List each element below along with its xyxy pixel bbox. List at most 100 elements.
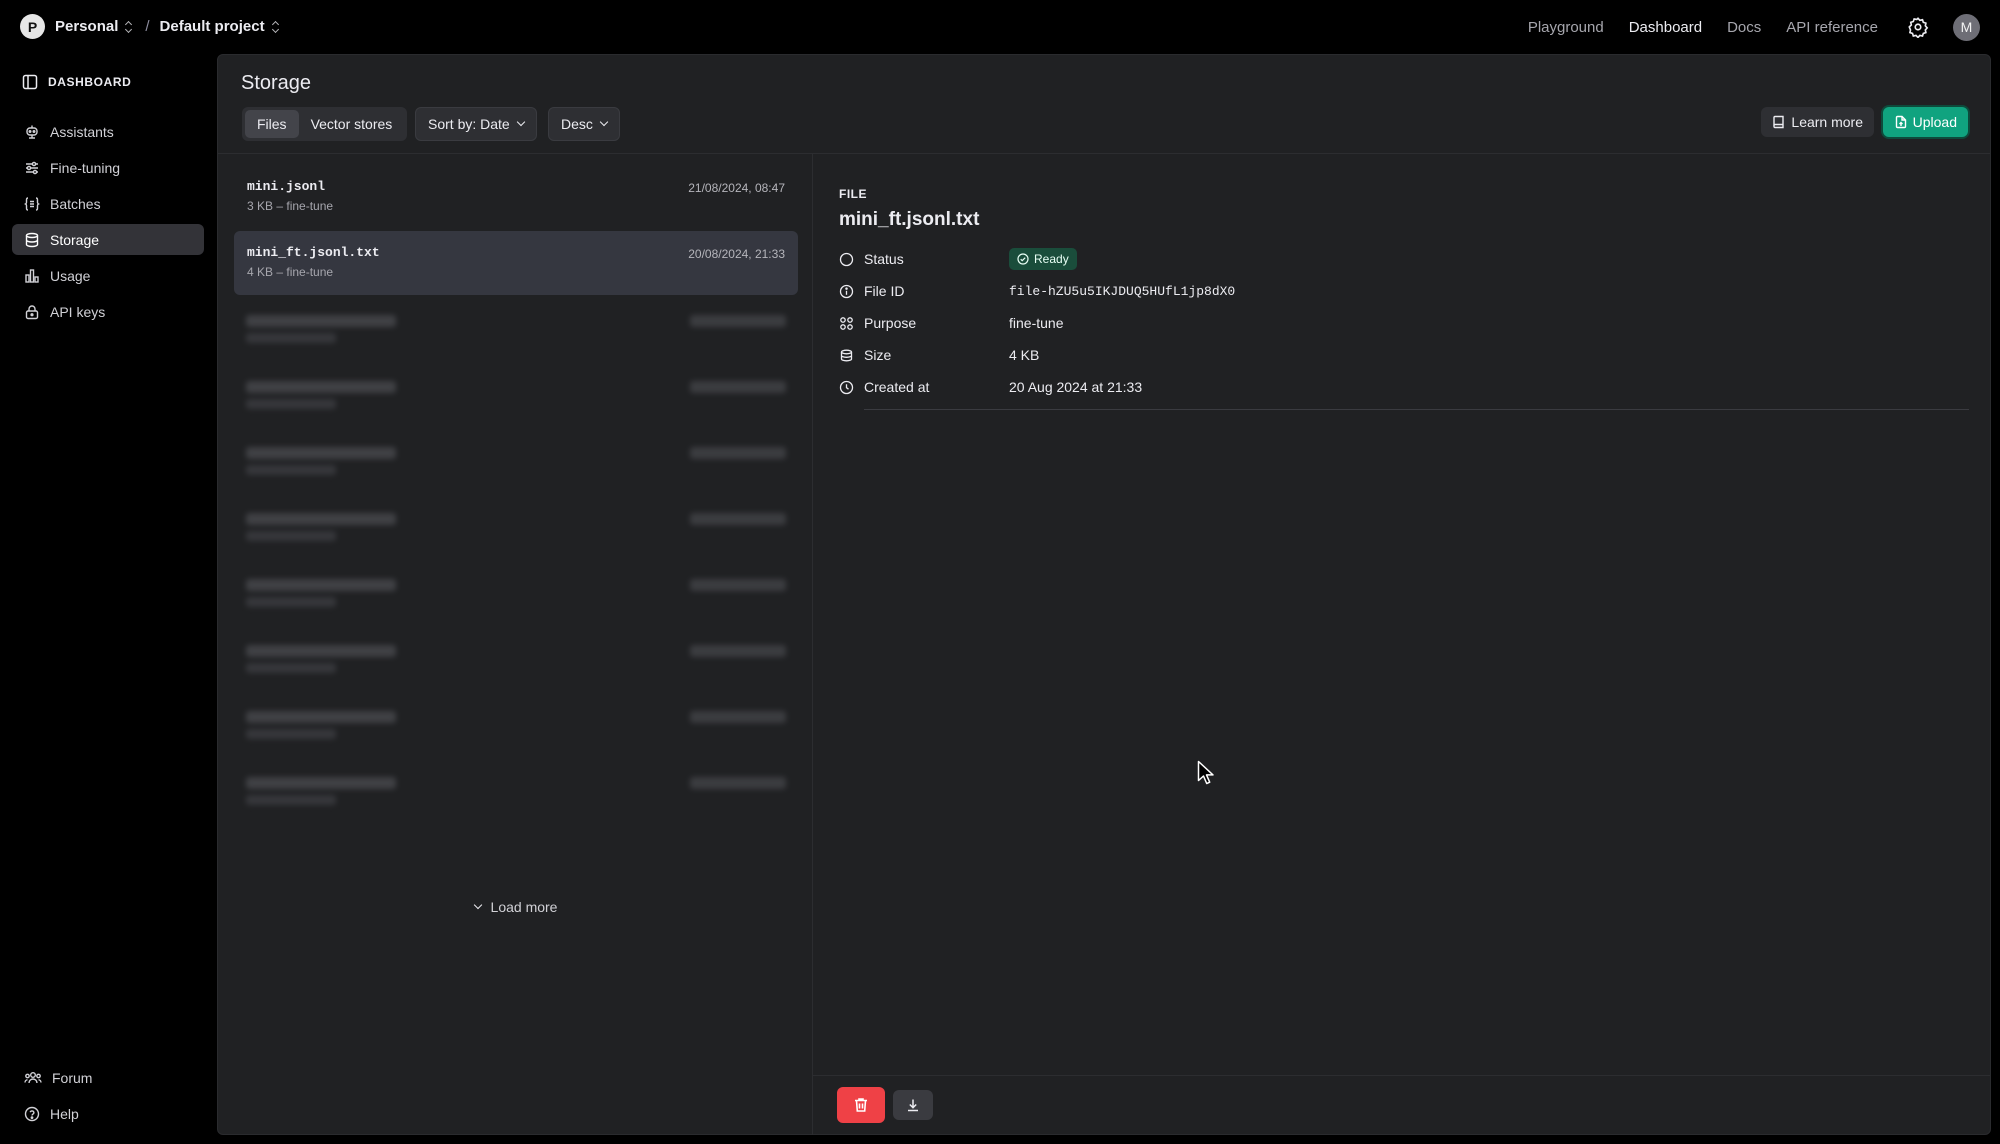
- breadcrumb: P Personal / Default project: [20, 14, 280, 39]
- file-date: 21/08/2024, 08:47: [688, 181, 785, 195]
- sort-dropdown[interactable]: Sort by: Date: [415, 107, 537, 141]
- load-more-label: Load more: [490, 899, 558, 915]
- file-row[interactable]: mini.jsonl 3 KB – fine-tune 21/08/2024, …: [234, 165, 798, 229]
- assistants-icon: [26, 125, 38, 139]
- prop-label: Created at: [864, 379, 930, 395]
- sidebar: DASHBOARD Assistants Fine-tuning Batches…: [0, 54, 216, 1144]
- upload-label: Upload: [1912, 114, 1957, 130]
- project-name: Default project: [159, 18, 265, 35]
- top-nav: Playground Dashboard Docs API reference …: [1528, 0, 2000, 54]
- upload-button[interactable]: Upload: [1882, 107, 1968, 137]
- prop-label: Purpose: [864, 315, 917, 331]
- sidebar-item-label: Usage: [50, 267, 91, 284]
- storage-tabs: Files Vector stores: [242, 107, 408, 141]
- blurred-file-row[interactable]: [234, 495, 798, 561]
- order-dropdown[interactable]: Desc: [548, 107, 620, 141]
- project-switcher[interactable]: Default project: [160, 18, 280, 35]
- database-icon: [25, 232, 39, 247]
- file-meta: 4 KB – fine-tune: [247, 265, 334, 279]
- nav-docs[interactable]: Docs: [1727, 19, 1761, 36]
- sidebar-item-usage[interactable]: Usage: [12, 260, 204, 291]
- download-icon: [908, 1099, 918, 1112]
- sidebar-item-batches[interactable]: Batches: [12, 188, 204, 219]
- prop-label: File ID: [864, 283, 905, 299]
- prop-created-at: Created at 20 Aug 2024 at 21:33: [839, 371, 1969, 403]
- sidebar-heading-label: DASHBOARD: [48, 75, 132, 89]
- sidebar-item-help[interactable]: Help: [12, 1098, 204, 1129]
- gear-icon[interactable]: [1907, 16, 1929, 38]
- status-value: Ready: [1034, 252, 1069, 266]
- page-title: Storage: [241, 72, 312, 94]
- file-list: mini.jsonl 3 KB – fine-tune 21/08/2024, …: [234, 165, 798, 915]
- chevron-down-icon: [516, 117, 525, 127]
- blurred-file-row[interactable]: [234, 693, 798, 759]
- purpose-value: fine-tune: [1009, 315, 1064, 331]
- org-switcher[interactable]: Personal: [55, 18, 133, 35]
- sidebar-item-label: Batches: [50, 195, 101, 212]
- grid-icon: [840, 316, 853, 330]
- prop-size: Size 4 KB: [839, 339, 1969, 371]
- bar-chart-icon: [25, 268, 39, 283]
- tab-files[interactable]: Files: [245, 110, 299, 138]
- blurred-file-row[interactable]: [234, 759, 798, 825]
- sidebar-heading[interactable]: DASHBOARD: [22, 74, 131, 90]
- sidebar-item-forum[interactable]: Forum: [12, 1062, 204, 1093]
- status-circle-icon: [839, 252, 854, 266]
- prop-label: Size: [864, 347, 892, 363]
- sidebar-item-label: Forum: [52, 1069, 93, 1086]
- file-row-selected[interactable]: mini_ft.jsonl.txt 4 KB – fine-tune 20/08…: [234, 231, 798, 295]
- load-more-button[interactable]: Load more: [234, 899, 798, 915]
- detail-title: mini_ft.jsonl.txt: [839, 209, 980, 230]
- sidebar-item-storage[interactable]: Storage: [12, 224, 204, 255]
- sliders-icon: [26, 161, 38, 174]
- created-value: 20 Aug 2024 at 21:33: [1009, 379, 1143, 395]
- sidebar-item-fine-tuning[interactable]: Fine-tuning: [12, 152, 204, 183]
- book-icon: [1773, 115, 1785, 129]
- prop-purpose: Purpose fine-tune: [839, 307, 1969, 339]
- org-name: Personal: [55, 18, 119, 35]
- blurred-file-row[interactable]: [234, 363, 798, 429]
- download-button[interactable]: [893, 1090, 933, 1120]
- size-value: 4 KB: [1009, 347, 1040, 363]
- breadcrumb-separator: /: [145, 18, 150, 35]
- blurred-file-row[interactable]: [234, 297, 798, 363]
- trash-icon: [855, 1098, 867, 1112]
- org-avatar[interactable]: P: [20, 14, 45, 39]
- nav-playground[interactable]: Playground: [1528, 19, 1604, 36]
- properties-divider: [864, 409, 1969, 410]
- prop-status: Status Ready: [839, 243, 1969, 275]
- file-meta: 3 KB – fine-tune: [247, 199, 334, 213]
- file-id-value[interactable]: file-hZU5u5IKJDUQ5HUfL1jp8dX0: [1009, 284, 1235, 299]
- sidebar-item-label: Storage: [50, 231, 100, 248]
- sidebar-footer: Forum Help: [12, 1062, 204, 1134]
- chevron-updown-icon: [125, 21, 133, 33]
- prop-label: Status: [864, 251, 904, 267]
- clock-icon: [839, 380, 854, 394]
- info-icon: [839, 284, 854, 298]
- learn-more-button[interactable]: Learn more: [1761, 107, 1874, 137]
- blurred-file-row[interactable]: [234, 429, 798, 495]
- upload-file-icon: [1895, 115, 1906, 129]
- sidebar-item-label: Fine-tuning: [50, 159, 121, 176]
- batches-icon: [24, 196, 40, 211]
- sidebar-item-assistants[interactable]: Assistants: [12, 116, 204, 147]
- blurred-file-row[interactable]: [234, 627, 798, 693]
- nav-dashboard[interactable]: Dashboard: [1629, 19, 1702, 36]
- mouse-cursor-icon: [1197, 760, 1214, 785]
- sidebar-item-label: API keys: [50, 303, 106, 320]
- learn-more-label: Learn more: [1791, 114, 1863, 130]
- tab-vector-stores[interactable]: Vector stores: [299, 110, 405, 138]
- top-bar: P Personal / Default project Playground …: [0, 0, 2000, 54]
- blurred-file-row[interactable]: [234, 561, 798, 627]
- nav-api-reference[interactable]: API reference: [1786, 19, 1878, 36]
- header-divider: [218, 153, 1990, 154]
- sidebar-item-api-keys[interactable]: API keys: [12, 296, 204, 327]
- sidebar-item-label: Help: [50, 1105, 79, 1122]
- delete-button[interactable]: [837, 1087, 885, 1123]
- lock-icon: [25, 304, 39, 319]
- user-avatar[interactable]: M: [1953, 13, 1980, 41]
- chevron-down-icon: [599, 117, 609, 127]
- storage-panel: Storage Files Vector stores Sort by: Dat…: [217, 54, 1991, 1135]
- status-badge: Ready: [1009, 248, 1077, 270]
- detail-label: FILE: [839, 187, 867, 201]
